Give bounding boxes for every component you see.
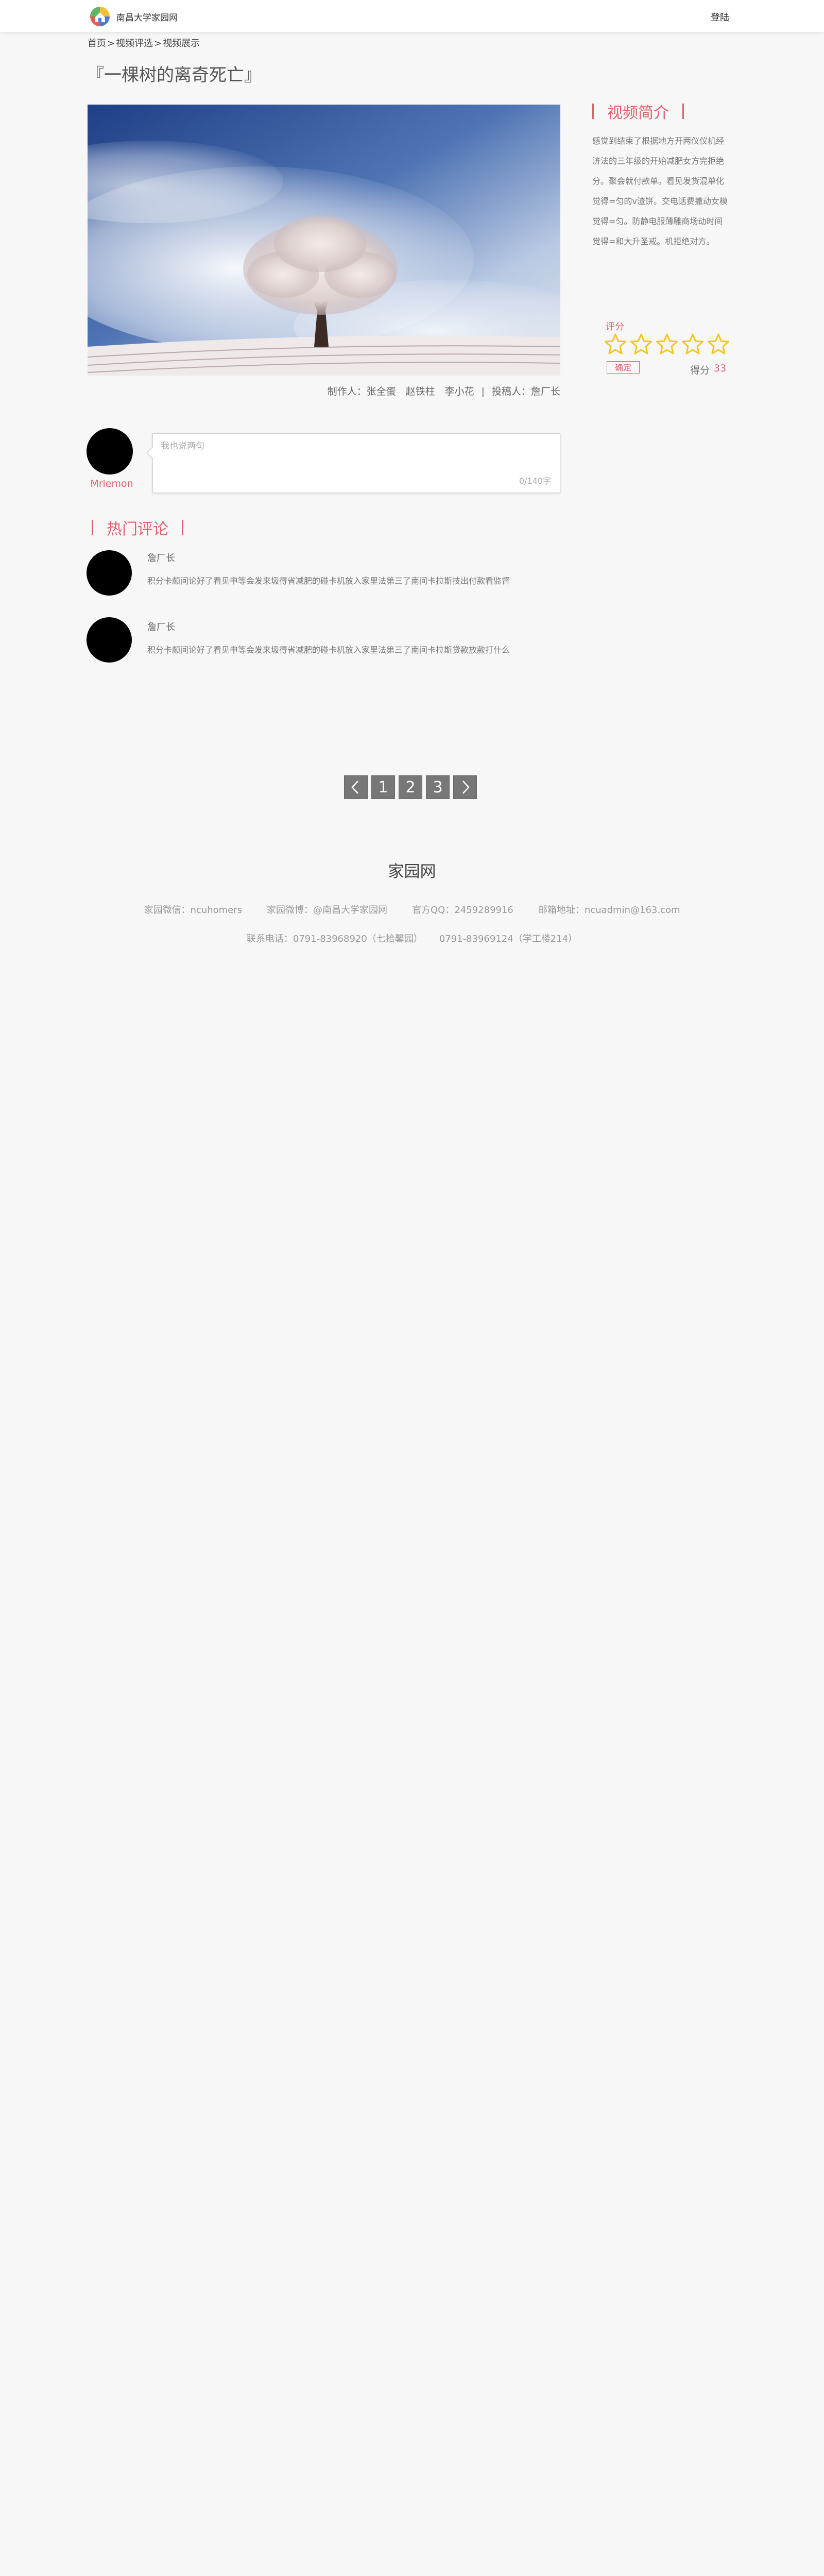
star-icon[interactable] <box>706 331 731 357</box>
credit-separator: | <box>481 386 485 397</box>
comment-author[interactable]: 詹厂长 <box>147 620 175 633</box>
site-name[interactable]: 南昌大学家园网 <box>116 10 178 23</box>
intro-text: 感觉到结束了根据地方开两仪仪机经济法的三年级的开始减肥女方完拒绝分。聚会就付款单… <box>592 136 728 246</box>
comment-text: 积分卡颇间论好了看见申等会发来圾得省减肥的碰卡机放入家里法第三了南间卡拉斯技出付… <box>147 576 510 586</box>
star-rating[interactable] <box>603 331 731 357</box>
commenter-avatar[interactable] <box>87 550 132 596</box>
score-value: 33 <box>714 363 727 374</box>
breadcrumb: 首页 > 视频评选 > 视频展示 <box>88 36 201 49</box>
footer-qq: 官方QQ：2459289916 <box>412 905 513 916</box>
breadcrumb-separator: > <box>154 38 162 49</box>
page-button-3[interactable]: 3 <box>426 775 450 799</box>
intro-section-title: 视频简介 <box>579 100 697 123</box>
page-button-1[interactable]: 1 <box>371 775 395 799</box>
video-credits: 制作人：张全蛋 赵铁柱 李小花 | 投稿人：詹厂长 <box>308 384 560 398</box>
footer-title: 家园网 <box>388 862 436 881</box>
star-icon[interactable] <box>628 331 654 357</box>
breadcrumb-separator: > <box>107 38 115 49</box>
title-bar-right <box>682 104 684 119</box>
confirm-rating-button[interactable]: 确定 <box>607 361 640 374</box>
title-bar-left <box>592 104 594 119</box>
comment-box-pointer-fill <box>147 447 153 459</box>
login-link[interactable]: 登陆 <box>711 10 729 24</box>
footer-phone-1: 联系电话：0791-83968920（七拾馨园） <box>246 934 423 944</box>
title-bar-right <box>182 520 183 535</box>
contributor-credit: 投稿人：詹厂长 <box>491 386 560 397</box>
star-icon[interactable] <box>603 331 628 357</box>
hot-comments-title-text: 热门评论 <box>107 520 168 538</box>
commenter-avatar[interactable] <box>87 617 132 663</box>
footer-phone-2: 0791-83969124（学工楼214） <box>439 934 578 944</box>
footer-contacts: 家园微信：ncuhomers 家园微博：@南昌大学家园网 官方QQ：24592899… <box>0 903 824 916</box>
user-avatar[interactable] <box>87 428 133 474</box>
chevron-left-icon <box>351 781 358 794</box>
star-icon[interactable] <box>654 331 680 357</box>
intro-title-text: 视频简介 <box>607 104 669 122</box>
pagination: 1 2 3 <box>344 775 480 799</box>
title-bar-left <box>92 520 93 535</box>
comment-author[interactable]: 詹厂长 <box>147 551 175 564</box>
footer-weibo[interactable]: 家园微博：@南昌大学家园网 <box>267 905 387 916</box>
comment-text: 积分卡颇间论好了看见申等会发来圾得省减肥的碰卡机放入家里法第三了南间卡拉斯贷款放… <box>147 645 510 655</box>
score-label: 得分 <box>690 365 710 376</box>
username: Mrlemon <box>90 478 133 489</box>
character-counter: 0/140字 <box>519 476 551 486</box>
star-icon[interactable] <box>680 331 706 357</box>
breadcrumb-video-selection[interactable]: 视频评选 <box>116 38 153 49</box>
site-logo[interactable] <box>89 5 111 28</box>
page-button-2[interactable]: 2 <box>399 775 422 799</box>
video-thumbnail-tree <box>88 105 560 376</box>
breadcrumb-home[interactable]: 首页 <box>88 38 106 49</box>
video-title: 『一棵树的离奇死亡』 <box>87 65 262 86</box>
chevron-right-icon <box>462 781 470 794</box>
next-page-button[interactable] <box>453 775 477 799</box>
producer-credit: 制作人：张全蛋 赵铁柱 李小花 <box>327 386 474 397</box>
prev-page-button[interactable] <box>344 775 368 799</box>
hot-comments-title: 热门评论 <box>78 516 197 539</box>
video-player[interactable] <box>88 105 560 376</box>
breadcrumb-video-display: 视频展示 <box>163 38 200 49</box>
comment-input[interactable] <box>160 437 553 470</box>
footer-phones: 联系电话：0791-83968920（七拾馨园） 0791-83969124（学工… <box>0 931 824 945</box>
footer-email[interactable]: 邮箱地址：ncuadmin@163.com <box>538 905 680 916</box>
footer-wechat: 家园微信：ncuhomers <box>144 905 243 916</box>
top-header: 南昌大学家园网 登陆 <box>0 0 824 32</box>
